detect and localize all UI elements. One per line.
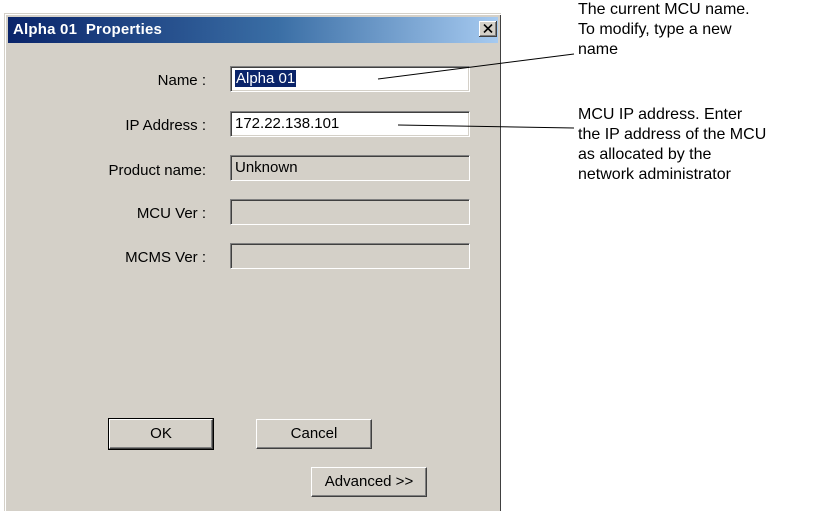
title-bar[interactable]: Alpha 01 Properties [8, 17, 498, 43]
name-label: Name : [157, 72, 206, 89]
mcu-ver-label: MCU Ver : [136, 205, 206, 222]
name-field[interactable]: Alpha 01 [230, 66, 470, 92]
properties-dialog: Alpha 01 Properties Name : Alpha 01 IP A… [4, 13, 501, 511]
product-name-value: Unknown [235, 159, 298, 176]
mcms-ver-field [230, 243, 470, 269]
mcms-ver-label: MCMS Ver : [125, 249, 206, 266]
ip-address-value: 172.22.138.101 [235, 115, 340, 132]
close-button[interactable] [479, 21, 497, 37]
product-name-label: Product name: [108, 162, 206, 179]
ip-address-label: IP Address : [125, 117, 206, 134]
close-icon [483, 24, 493, 33]
product-name-field: Unknown [230, 155, 470, 181]
dialog-title: Alpha 01 Properties [13, 21, 163, 38]
mcu-ver-field [230, 199, 470, 225]
advanced-button[interactable]: Advanced >> [311, 467, 427, 497]
name-value: Alpha 01 [235, 70, 297, 87]
ip-callout: MCU IP address. Enter the IP address of … [578, 106, 767, 183]
page: Alpha 01 Properties Name : Alpha 01 IP A… [0, 0, 823, 511]
name-callout: The current MCU name. To modify, type a … [578, 1, 750, 58]
cancel-button[interactable]: Cancel [256, 419, 372, 449]
ip-address-field[interactable]: 172.22.138.101 [230, 111, 470, 137]
ok-button[interactable]: OK [108, 418, 214, 450]
